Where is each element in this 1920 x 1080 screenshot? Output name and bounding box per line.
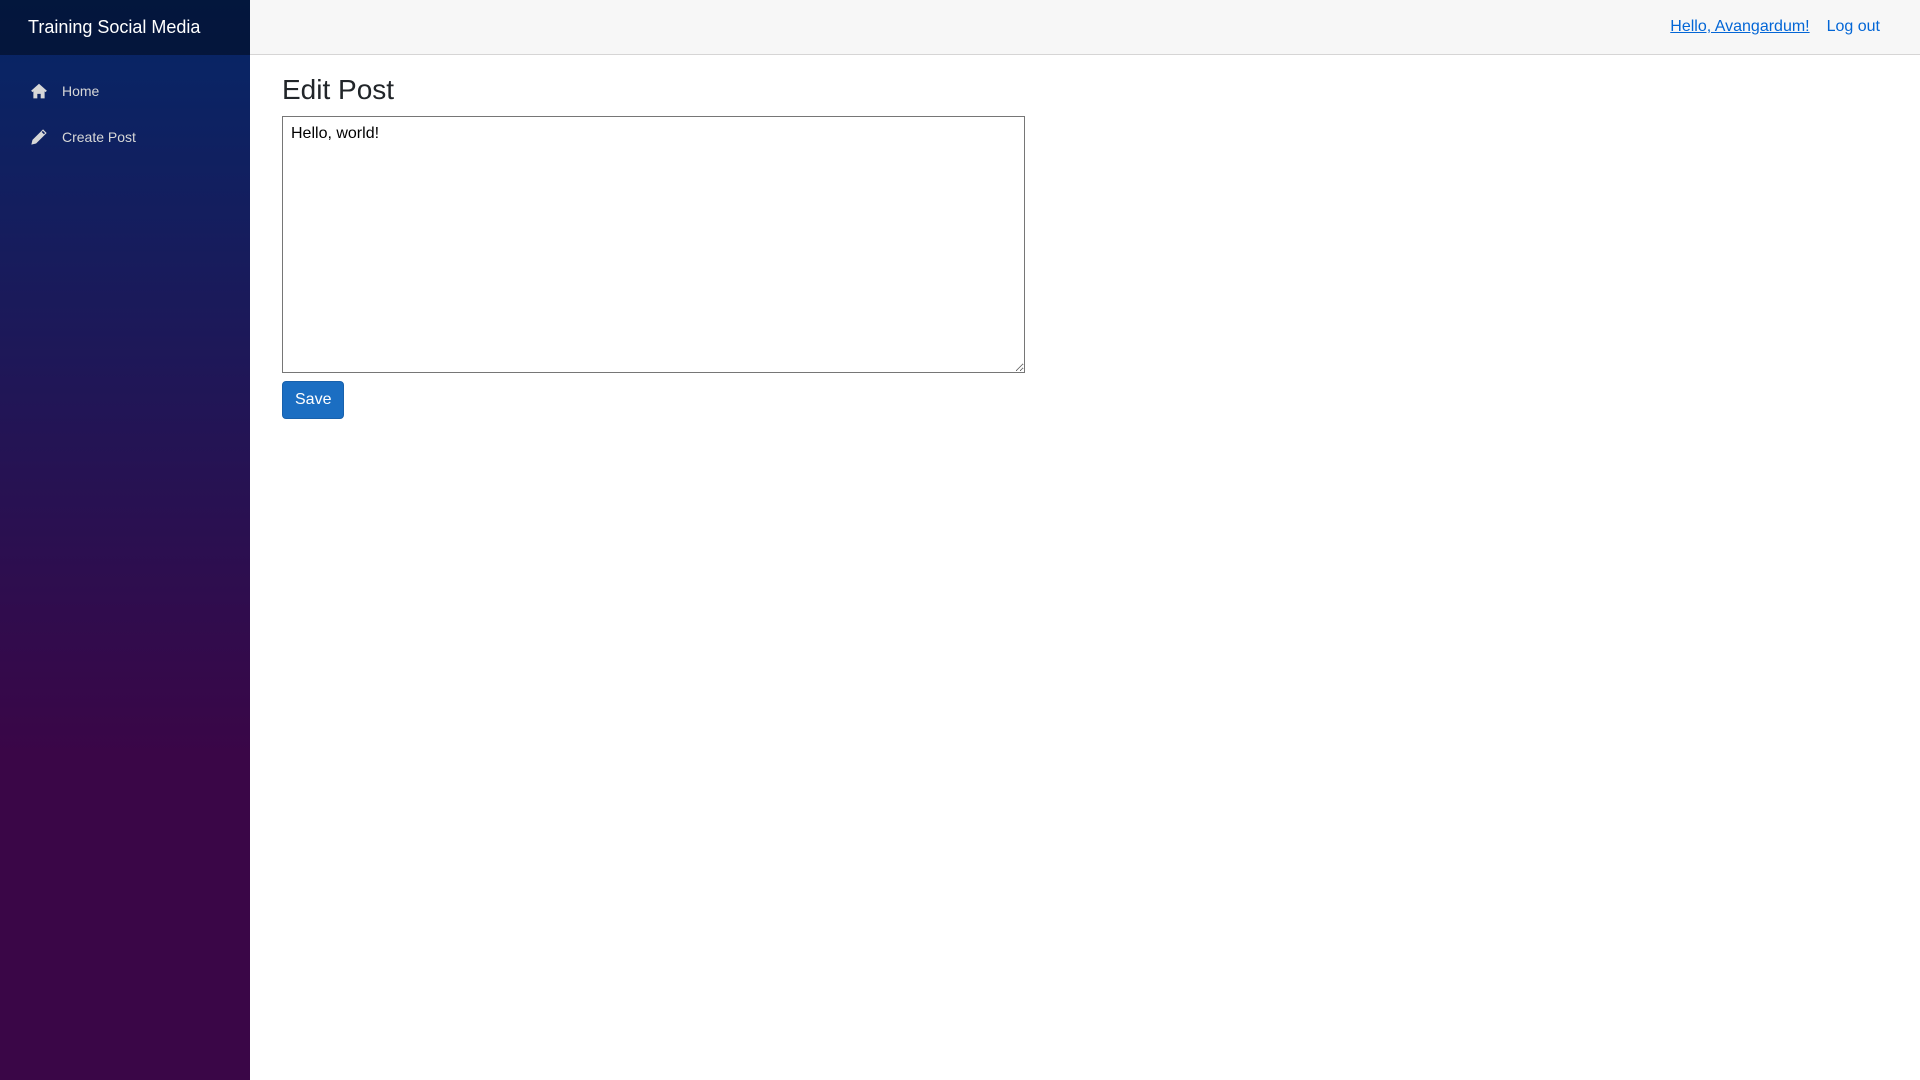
sidebar-item-create-post[interactable]: Create Post xyxy=(12,114,238,160)
sidebar-item-home[interactable]: Home xyxy=(12,68,238,114)
page-title: Edit Post xyxy=(282,74,395,105)
main-content: Edit Post Hello, world! Save xyxy=(282,55,1025,419)
post-textarea[interactable]: Hello, world! xyxy=(282,115,1025,373)
sidebar: Training Social Media Home Create Post xyxy=(0,0,250,1080)
sidebar-item-label: Create Post xyxy=(62,129,136,145)
logout-link[interactable]: Log out xyxy=(1827,18,1880,36)
brand-link[interactable]: Training Social Media xyxy=(28,17,200,38)
sidebar-nav: Home Create Post xyxy=(0,55,250,160)
account-link[interactable]: Hello, Avangardum! xyxy=(1670,18,1809,36)
brand-bar: Training Social Media xyxy=(0,0,250,55)
home-icon xyxy=(30,82,48,100)
pencil-icon xyxy=(30,128,48,146)
save-button[interactable]: Save xyxy=(282,380,345,419)
sidebar-item-label: Home xyxy=(62,83,100,99)
app: Training Social Media Home Create Post H… xyxy=(0,0,1920,1080)
top-row: Hello, Avangardum! Log out xyxy=(250,0,1920,55)
